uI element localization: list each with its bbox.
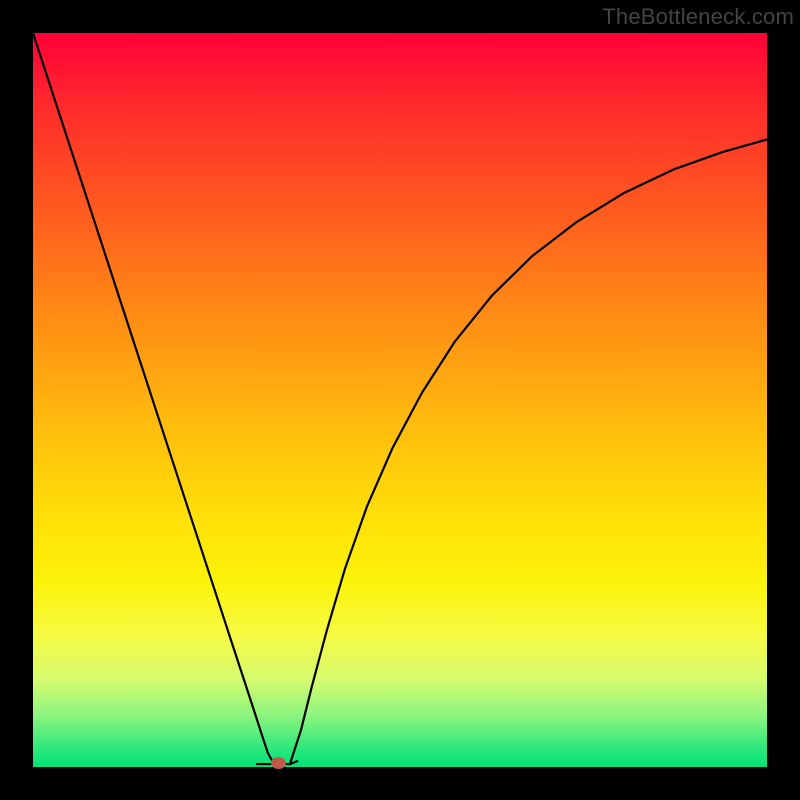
chart-frame: TheBottleneck.com xyxy=(0,0,800,800)
bottleneck-marker xyxy=(271,757,286,769)
bottleneck-curve xyxy=(0,0,800,800)
curve-path xyxy=(33,33,767,764)
